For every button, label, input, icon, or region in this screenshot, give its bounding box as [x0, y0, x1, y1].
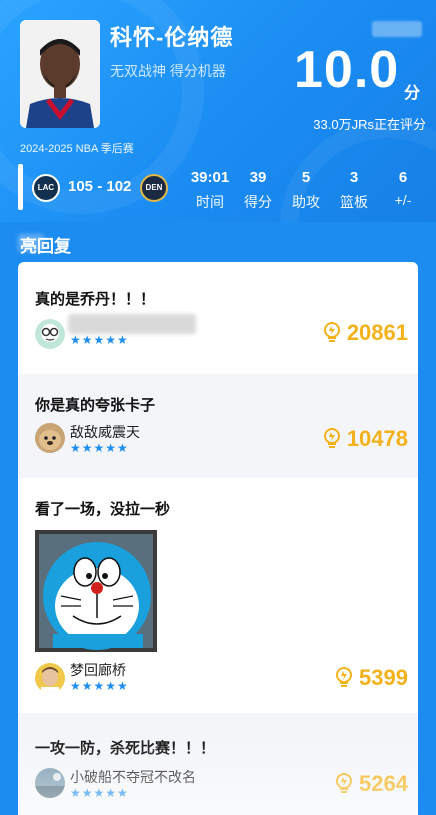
player-avatar[interactable]	[35, 663, 65, 693]
stat-value: 39:01	[190, 169, 230, 186]
comment-text: 你是真的夸张卡子	[35, 397, 156, 414]
comment-text: 一攻一防，杀死比赛！！！	[35, 740, 216, 757]
section-title: 亮回复	[20, 237, 71, 256]
lightbulb-icon	[323, 322, 340, 342]
season-label: 2024-2025 NBA 季后赛	[20, 143, 134, 155]
comment-item[interactable]: 真的是乔丹！！！ ★★★★★ 20861	[18, 262, 418, 374]
stat-assists: 5 助攻	[283, 169, 329, 212]
stat-minutes: 39:01 时间	[187, 169, 233, 212]
stat-value: 3	[349, 169, 359, 186]
lightbulb-icon	[323, 428, 340, 448]
likes-value: 20861	[346, 320, 408, 345]
rating-stars: ★★★★★	[70, 786, 129, 800]
likes-value: 10478	[346, 426, 408, 451]
stat-label: 时间	[196, 194, 224, 210]
rating-unit: 分	[404, 85, 421, 102]
stat-plus-minus: 6 +/-	[380, 169, 426, 208]
comment-item[interactable]: 看了一场，没拉一秒 梦回廊桥 ★★★★★ 5399	[18, 478, 418, 713]
comment-item[interactable]: 一攻一防，杀死比赛！！！ 小破船不夺冠不改名 ★★★★★ 5264	[18, 713, 418, 815]
doraemon-image[interactable]	[35, 530, 157, 652]
rating-stars: ★★★★★	[70, 441, 129, 455]
player-header: 科怀-伦纳德 无双战神 得分机器 10.0 分 33.0万JRs正在评分 202…	[0, 0, 436, 222]
dog-avatar[interactable]	[35, 423, 65, 453]
comment-item[interactable]: 你是真的夸张卡子 敌敌威震天 ★★★★★ 10478	[18, 374, 418, 478]
rating-count: 33.0万JRs正在评分	[313, 117, 426, 132]
likes-count[interactable]: 10478	[323, 426, 408, 452]
rating-stars: ★★★★★	[70, 679, 129, 693]
stat-value: 6	[398, 169, 408, 186]
stat-rebounds: 3 篮板	[331, 169, 377, 212]
likes-count[interactable]: 20861	[323, 320, 408, 346]
team-logo-clippers[interactable]: LAC	[32, 174, 60, 202]
likes-value: 5399	[359, 665, 408, 690]
likes-count[interactable]: 5399	[335, 665, 408, 691]
comment-username[interactable]: 梦回廊桥	[70, 660, 126, 680]
likes-count[interactable]: 5264	[335, 771, 408, 797]
comment-username[interactable]: 敌敌威震天	[70, 422, 140, 442]
team-abbr: DEN	[145, 183, 163, 192]
scene-avatar[interactable]	[35, 768, 65, 798]
lightbulb-icon	[336, 667, 353, 687]
rating-value: 10.0	[294, 41, 400, 99]
stat-points: 39 得分	[235, 169, 281, 212]
player-name: 科怀-伦纳德	[110, 25, 234, 50]
rating-stars: ★★★★★	[70, 333, 129, 347]
comment-text: 看了一场，没拉一秒	[35, 501, 171, 518]
stat-label: 篮板	[340, 194, 368, 210]
comment-username[interactable]: 小破船不夺冠不改名	[70, 767, 196, 787]
stat-label: 得分	[244, 194, 272, 210]
comment-text: 真的是乔丹！！！	[35, 291, 156, 308]
stat-label: 助攻	[292, 194, 320, 210]
game-accent-bar	[18, 164, 23, 210]
comment-list: 真的是乔丹！！！ ★★★★★ 20861 你是真的夸张卡子 敌敌威震天 ★★★★…	[18, 262, 418, 815]
player-subtitle: 无双战神 得分机器	[110, 63, 226, 79]
game-score: 105 - 102	[68, 178, 132, 195]
player-portrait	[20, 20, 100, 128]
likes-value: 5264	[359, 771, 408, 796]
stat-value: 5	[301, 169, 311, 186]
lightbulb-icon	[336, 773, 353, 793]
blurred-badge	[372, 21, 422, 37]
glasses-avatar[interactable]	[35, 319, 65, 349]
team-abbr: LAC	[37, 183, 55, 192]
stat-value: 39	[249, 169, 267, 186]
blurred-username	[68, 314, 196, 334]
team-logo-nuggets[interactable]: DEN	[140, 174, 168, 202]
stat-label: +/-	[394, 192, 412, 208]
